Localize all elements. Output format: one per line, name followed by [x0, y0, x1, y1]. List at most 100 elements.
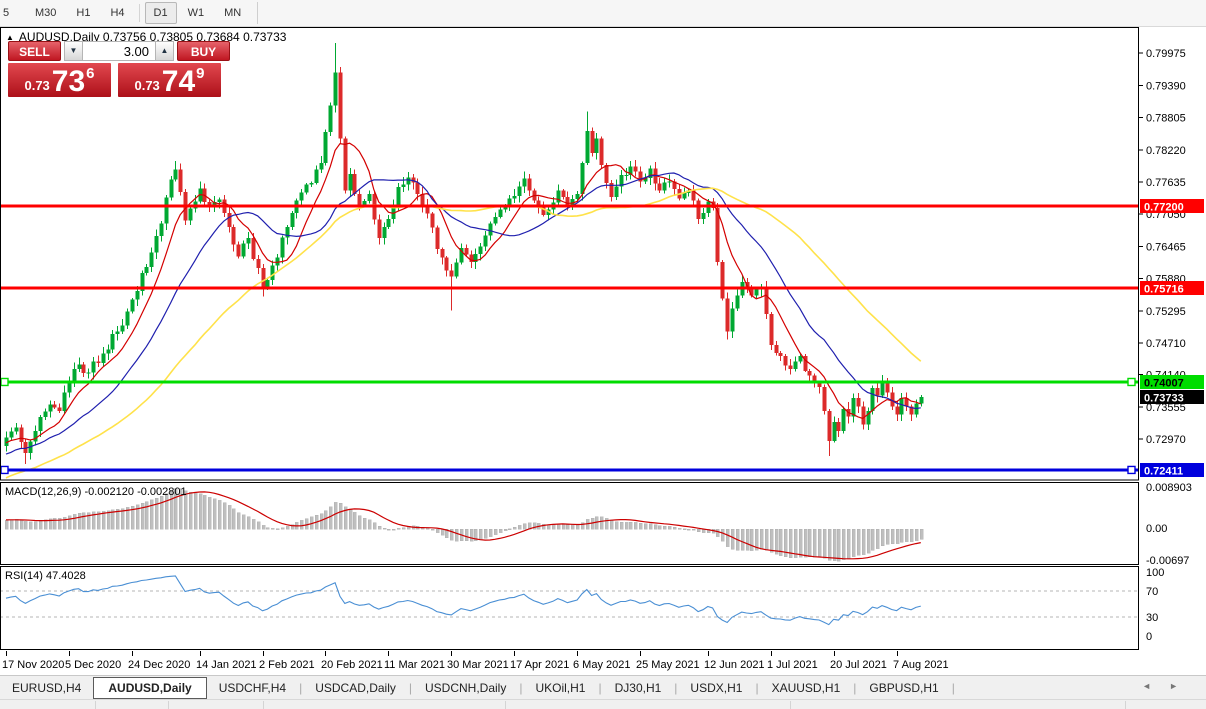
macd-bar	[328, 506, 333, 530]
candle-body	[696, 200, 701, 220]
volume-input[interactable]	[83, 41, 155, 61]
timeframe-button-m30[interactable]: M30	[26, 2, 65, 24]
sell-button[interactable]: SELL	[8, 41, 61, 61]
tab-ukoil-h1[interactable]: UKOil,H1	[523, 678, 597, 698]
macd-bar	[696, 528, 701, 532]
time-axis-label: 25 May 2021	[636, 659, 700, 671]
candle-body	[870, 387, 875, 412]
candle-body	[396, 187, 401, 205]
timeframe-button-d1[interactable]: D1	[144, 2, 177, 24]
candle-body	[401, 184, 406, 188]
candle-body	[77, 364, 82, 369]
candle-body	[115, 331, 120, 335]
tab-usdcnh-daily[interactable]: USDCNH,Daily	[413, 678, 518, 698]
candle-body	[135, 291, 140, 300]
timeframe-button-5[interactable]: 5	[0, 2, 24, 24]
tab-dj30-h1[interactable]: DJ30,H1	[603, 678, 674, 698]
candle-body	[464, 247, 469, 255]
sell-price-display[interactable]: 0.73 73 6	[8, 63, 111, 97]
sell-price-sup: 6	[86, 65, 95, 82]
candle-body	[130, 299, 135, 312]
tab-gbpusd-h1[interactable]: GBPUSD,H1	[857, 678, 950, 698]
macd-bar	[469, 528, 474, 542]
candle-body	[899, 397, 904, 415]
price-axis: 0.799750.793900.788050.782200.776350.770…	[1139, 48, 1192, 643]
tab-usdx-h1[interactable]: USDX,H1	[678, 678, 754, 698]
candle-body	[246, 237, 251, 244]
macd-bar	[159, 496, 164, 530]
tab-scroll-arrows[interactable]: ◄►	[1142, 681, 1196, 691]
macd-bar	[715, 528, 720, 537]
macd-bar	[614, 521, 619, 530]
macd-bar	[362, 517, 367, 530]
line-handle[interactable]	[0, 465, 9, 475]
buy-button[interactable]: BUY	[177, 41, 230, 61]
time-axis-label: 7 Aug 2021	[893, 659, 949, 671]
time-axis-label: 14 Jan 2021	[196, 659, 257, 671]
price-axis-label: 0.75295	[1146, 306, 1186, 318]
macd-bar	[609, 520, 614, 530]
buy-price-display[interactable]: 0.73 74 9	[118, 63, 221, 97]
line-handle[interactable]	[0, 377, 9, 387]
timeframe-button-h1[interactable]: H1	[67, 2, 99, 24]
timeframe-button-w1[interactable]: W1	[179, 2, 214, 24]
candle-body	[827, 411, 832, 441]
time-axis-label: 17 Apr 2021	[510, 659, 569, 671]
candle-body	[556, 190, 561, 203]
tab-usdchf-h4[interactable]: USDCHF,H4	[207, 678, 298, 698]
timeframe-toolbar: 5 M30 H1 H4 D1 W1 MN	[0, 0, 1206, 27]
macd-bar	[256, 521, 261, 530]
tab-xauusd-h1[interactable]: XAUUSD,H1	[760, 678, 853, 698]
timeframe-button-h4[interactable]: H4	[101, 2, 133, 24]
macd-bar	[323, 510, 328, 530]
candle-body	[793, 361, 798, 370]
candle-body	[662, 182, 667, 191]
price-axis-label: 0.78220	[1146, 145, 1186, 157]
candle-body	[725, 298, 730, 332]
tab-audusd-daily[interactable]: AUDUSD,Daily	[93, 677, 207, 699]
macd-bar	[4, 519, 9, 530]
price-axis-label: 0.77635	[1146, 177, 1186, 189]
macd-bar	[565, 524, 570, 530]
macd-bar	[478, 528, 483, 541]
time-axis-label: 1 Jul 2021	[767, 659, 818, 671]
timeframe-button-mn[interactable]: MN	[215, 2, 250, 24]
candle-body	[159, 223, 164, 237]
candle-body	[357, 194, 362, 205]
time-axis-label: 11 Mar 2021	[384, 659, 445, 671]
ma-line-8	[5, 142, 922, 444]
macd-bar	[251, 519, 256, 530]
macd-bar	[304, 518, 309, 530]
buy-price-sup: 9	[196, 65, 205, 82]
chart-tab-bar: EURUSD,H4 AUDUSD,Daily USDCHF,H4 | USDCAD,Da…	[0, 675, 1206, 700]
tab-eurusd-h4[interactable]: EURUSD,H4	[0, 678, 93, 698]
macd-bar	[875, 528, 880, 549]
volume-decrease-button[interactable]: ▼	[64, 41, 83, 61]
macd-bar	[899, 528, 904, 543]
buy-price-small: 0.73	[134, 78, 160, 93]
candle-body	[178, 169, 183, 192]
chart-canvas[interactable]: 0.799750.793900.788050.782200.776350.770…	[0, 27, 1206, 675]
macd-bar	[236, 512, 241, 530]
macd-bar	[885, 528, 890, 545]
candle-body	[585, 131, 590, 163]
macd-bar	[628, 521, 633, 530]
candle-body	[57, 407, 62, 412]
rsi-axis-label: 100	[1146, 567, 1164, 579]
candle-body	[256, 258, 261, 269]
macd-bar	[856, 528, 861, 556]
macd-bar	[836, 528, 841, 562]
macd-bar	[227, 505, 232, 530]
line-handle[interactable]	[1127, 377, 1136, 387]
volume-increase-button[interactable]: ▲	[155, 41, 174, 61]
moving-average-lines	[5, 142, 922, 479]
macd-bar	[352, 512, 357, 530]
toolbar-end-separator	[257, 2, 259, 24]
ma-line-20	[5, 172, 921, 455]
tab-usdcad-daily[interactable]: USDCAD,Daily	[303, 678, 408, 698]
time-axis-label: 12 Jun 2021	[704, 659, 765, 671]
status-separator	[168, 701, 169, 709]
line-handle[interactable]	[1127, 465, 1136, 475]
candle-body	[822, 386, 827, 412]
candle-body	[788, 365, 793, 370]
